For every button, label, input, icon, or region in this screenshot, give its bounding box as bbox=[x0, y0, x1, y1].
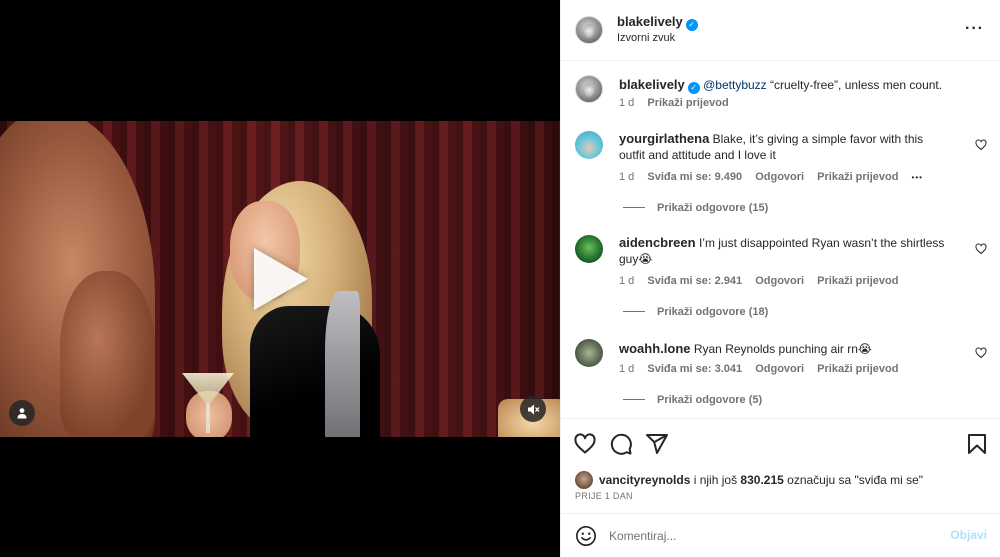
comment-avatar[interactable] bbox=[575, 235, 603, 263]
author-username[interactable]: blakelively bbox=[617, 14, 683, 29]
person-icon bbox=[17, 408, 27, 419]
caption-avatar[interactable] bbox=[575, 75, 603, 103]
author-avatar[interactable] bbox=[575, 16, 603, 44]
comment-reply-button[interactable]: Odgovori bbox=[755, 363, 804, 375]
likes-suffix: označuju sa "sviđa mi se" bbox=[787, 473, 924, 487]
comment-like-count[interactable]: Sviđa mi se: 9.490 bbox=[647, 171, 742, 183]
comment-username[interactable]: aidencbreen bbox=[619, 235, 696, 250]
post-date[interactable]: PRIJE 1 DAN bbox=[575, 491, 633, 501]
likes-count[interactable]: 830.215 bbox=[740, 473, 783, 487]
replies-divider bbox=[623, 399, 645, 400]
more-options-button[interactable]: ··· bbox=[965, 20, 984, 38]
comment-age: 1 d bbox=[619, 171, 635, 183]
caption-mention-link[interactable]: @bettybuzz bbox=[703, 78, 767, 92]
comment-like-count[interactable]: Sviđa mi se: 2.941 bbox=[647, 275, 742, 287]
likes-summary: vancityreynolds i njih još 830.215 označ… bbox=[575, 471, 923, 489]
post-actions: vancityreynolds i njih još 830.215 označ… bbox=[561, 418, 1000, 513]
comment-age: 1 d bbox=[619, 275, 635, 287]
verified-badge-icon: ✓ bbox=[687, 82, 700, 94]
heart-icon[interactable] bbox=[975, 243, 987, 255]
tagged-users-button[interactable] bbox=[9, 400, 35, 426]
comment-like-count[interactable]: Sviđa mi se: 3.041 bbox=[647, 363, 742, 375]
comment-avatar[interactable] bbox=[575, 339, 603, 367]
heart-icon[interactable] bbox=[975, 347, 987, 359]
comment-avatar[interactable] bbox=[575, 131, 603, 159]
comment-input[interactable] bbox=[609, 523, 929, 549]
woman-dress-figure bbox=[250, 306, 380, 437]
comment-translate-link[interactable]: Prikaži prijevod bbox=[817, 275, 898, 287]
view-replies-button[interactable]: Prikaži odgovore (18) bbox=[623, 306, 768, 318]
comment-translate-link[interactable]: Prikaži prijevod bbox=[817, 363, 898, 375]
likes-connector: i njih još bbox=[693, 473, 738, 487]
caption-text: “cruelty-free”, unless men count. bbox=[770, 78, 943, 92]
liker-avatar[interactable] bbox=[575, 471, 593, 489]
comment-composer: Objavi bbox=[561, 513, 1000, 557]
play-icon[interactable] bbox=[254, 248, 308, 310]
replies-divider bbox=[623, 207, 645, 208]
verified-badge-icon: ✓ bbox=[685, 19, 698, 31]
view-replies-button[interactable]: Prikaži odgovore (15) bbox=[623, 202, 768, 214]
share-icon[interactable] bbox=[645, 432, 669, 456]
comment-text: Ryan Reynolds punching air rn😭 bbox=[693, 342, 872, 356]
comment-username[interactable]: woahh.lone bbox=[619, 341, 691, 356]
comment-age: 1 d bbox=[619, 363, 635, 375]
caption-username[interactable]: blakelively bbox=[619, 77, 685, 92]
comment-translate-link[interactable]: Prikaži prijevod bbox=[817, 171, 898, 183]
muted-speaker-icon bbox=[527, 404, 539, 414]
heart-icon[interactable] bbox=[573, 432, 597, 456]
martini-glass-stem bbox=[206, 403, 210, 433]
comment-reply-button[interactable]: Odgovori bbox=[755, 275, 804, 287]
comment-icon[interactable] bbox=[609, 432, 633, 456]
post-comment-button[interactable]: Objavi bbox=[950, 528, 987, 542]
liker-username[interactable]: vancityreynolds bbox=[599, 473, 690, 487]
heart-icon[interactable] bbox=[975, 139, 987, 151]
comment-more-button[interactable]: ••• bbox=[912, 173, 923, 182]
man-arm-figure bbox=[60, 271, 155, 437]
caption-translate-link[interactable]: Prikaži prijevod bbox=[647, 97, 728, 109]
comments-list[interactable]: blakelively ✓ @bettybuzz “cruelty-free”, … bbox=[561, 61, 1000, 418]
mute-toggle-button[interactable] bbox=[520, 396, 546, 422]
comment-username[interactable]: yourgirlathena bbox=[619, 131, 709, 146]
post-header: blakelively ✓ Izvorni zvuk ··· bbox=[561, 0, 1000, 61]
media-viewer[interactable] bbox=[0, 0, 560, 557]
emoji-icon[interactable] bbox=[575, 525, 597, 547]
replies-divider bbox=[623, 311, 645, 312]
bookmark-icon[interactable] bbox=[965, 432, 989, 456]
audio-label[interactable]: Izvorni zvuk bbox=[617, 32, 675, 44]
caption-age: 1 d bbox=[619, 97, 635, 109]
view-replies-button[interactable]: Prikaži odgovore (5) bbox=[623, 394, 762, 406]
woman-lapel-figure bbox=[325, 291, 360, 437]
comment-reply-button[interactable]: Odgovori bbox=[755, 171, 804, 183]
post-details-panel: blakelively ✓ Izvorni zvuk ··· blakelivel… bbox=[560, 0, 1000, 557]
more-horizontal-icon: ··· bbox=[965, 20, 984, 37]
